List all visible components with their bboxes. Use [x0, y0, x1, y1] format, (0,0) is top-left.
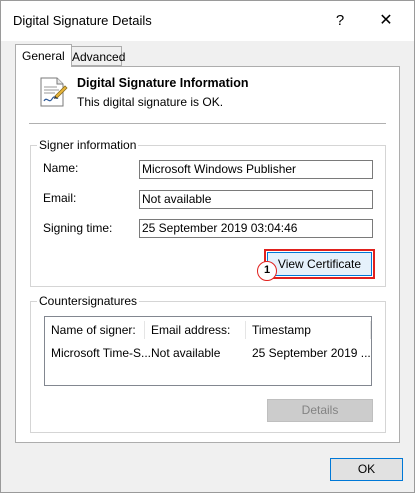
close-button[interactable]: ✕ [371, 7, 401, 35]
email-label: Email: [43, 191, 77, 205]
window-title: Digital Signature Details [13, 13, 152, 28]
certificate-document-icon [40, 77, 68, 107]
row-email-cell[interactable]: Not available [151, 346, 220, 360]
countersignatures-list[interactable]: Name of signer: Email address: Timestamp… [44, 316, 372, 386]
ok-button[interactable]: OK [330, 458, 403, 481]
row-signer-cell[interactable]: Microsoft Time-S... [51, 346, 151, 360]
column-header-email[interactable]: Email address: [151, 323, 230, 337]
signer-info-group-label: Signer information [37, 138, 139, 152]
signing-time-label: Signing time: [43, 221, 113, 235]
signature-status-text: This digital signature is OK. [77, 95, 224, 109]
column-header-signer[interactable]: Name of signer: [51, 323, 136, 337]
name-label: Name: [43, 161, 79, 175]
tab-advanced[interactable]: Advanced [65, 46, 125, 66]
row-timestamp-cell[interactable]: 25 September 2019 ... [252, 346, 371, 360]
title-bar[interactable]: Digital Signature Details ? ✕ [1, 1, 414, 41]
countersignatures-group-label: Countersignatures [37, 294, 140, 308]
details-button[interactable]: Details [267, 399, 373, 422]
step-callout-badge: 1 [257, 261, 277, 281]
view-certificate-button[interactable]: View Certificate [264, 249, 375, 279]
signing-time-field[interactable]: 25 September 2019 03:04:46 [139, 219, 373, 238]
tab-general[interactable]: General [15, 44, 72, 67]
dialog-window: Digital Signature Details ? ✕ General Ad… [0, 0, 415, 493]
help-button[interactable]: ? [325, 7, 355, 35]
column-separator[interactable] [144, 321, 145, 339]
email-field[interactable]: Not available [139, 190, 373, 209]
column-header-timestamp[interactable]: Timestamp [252, 323, 311, 337]
signature-info-heading: Digital Signature Information [77, 76, 249, 90]
column-separator[interactable] [245, 321, 246, 339]
divider [29, 123, 386, 124]
name-field[interactable]: Microsoft Windows Publisher [139, 160, 373, 179]
column-separator[interactable] [370, 321, 371, 339]
